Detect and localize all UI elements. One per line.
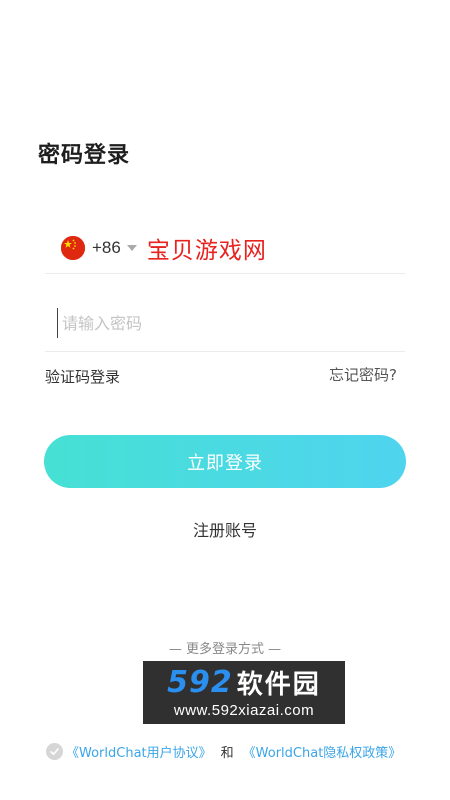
login-button[interactable]: 立即登录 <box>44 435 406 488</box>
page-title: 密码登录 <box>38 143 131 168</box>
more-login-methods-label: — 更多登录方式 — <box>168 642 282 657</box>
phone-input-row[interactable]: +86 宝贝游戏网 <box>45 222 405 274</box>
phone-number-value[interactable]: 宝贝游戏网 <box>147 231 267 265</box>
country-code[interactable]: +86 <box>92 238 121 258</box>
sms-login-link[interactable]: 验证码登录 <box>45 366 120 387</box>
agreement-row: 《WorldChat用户协议》 和 《WorldChat隐私权政策》 <box>46 741 401 761</box>
watermark-brand-text: 软件园 <box>236 669 321 700</box>
forgot-password-link[interactable]: 忘记密码? <box>329 364 397 385</box>
watermark-logo: 592 软件园 www.592xiazai.com <box>143 661 345 724</box>
caret-down-icon[interactable] <box>126 245 137 251</box>
watermark-brand: 592 软件园 <box>147 664 341 700</box>
password-input[interactable] <box>57 308 387 338</box>
register-link[interactable]: 注册账号 <box>0 517 450 541</box>
user-agreement-link[interactable]: 《WorldChat用户协议》 <box>66 742 212 761</box>
agreement-and-text: 和 <box>220 745 234 761</box>
privacy-policy-link[interactable]: 《WorldChat隐私权政策》 <box>243 742 402 761</box>
watermark-url: www.592xiazai.com <box>173 702 315 719</box>
watermark-numbers: 592 <box>167 664 233 700</box>
check-circle-icon[interactable] <box>46 742 63 760</box>
password-row <box>45 296 405 352</box>
china-flag-icon[interactable] <box>61 235 85 260</box>
